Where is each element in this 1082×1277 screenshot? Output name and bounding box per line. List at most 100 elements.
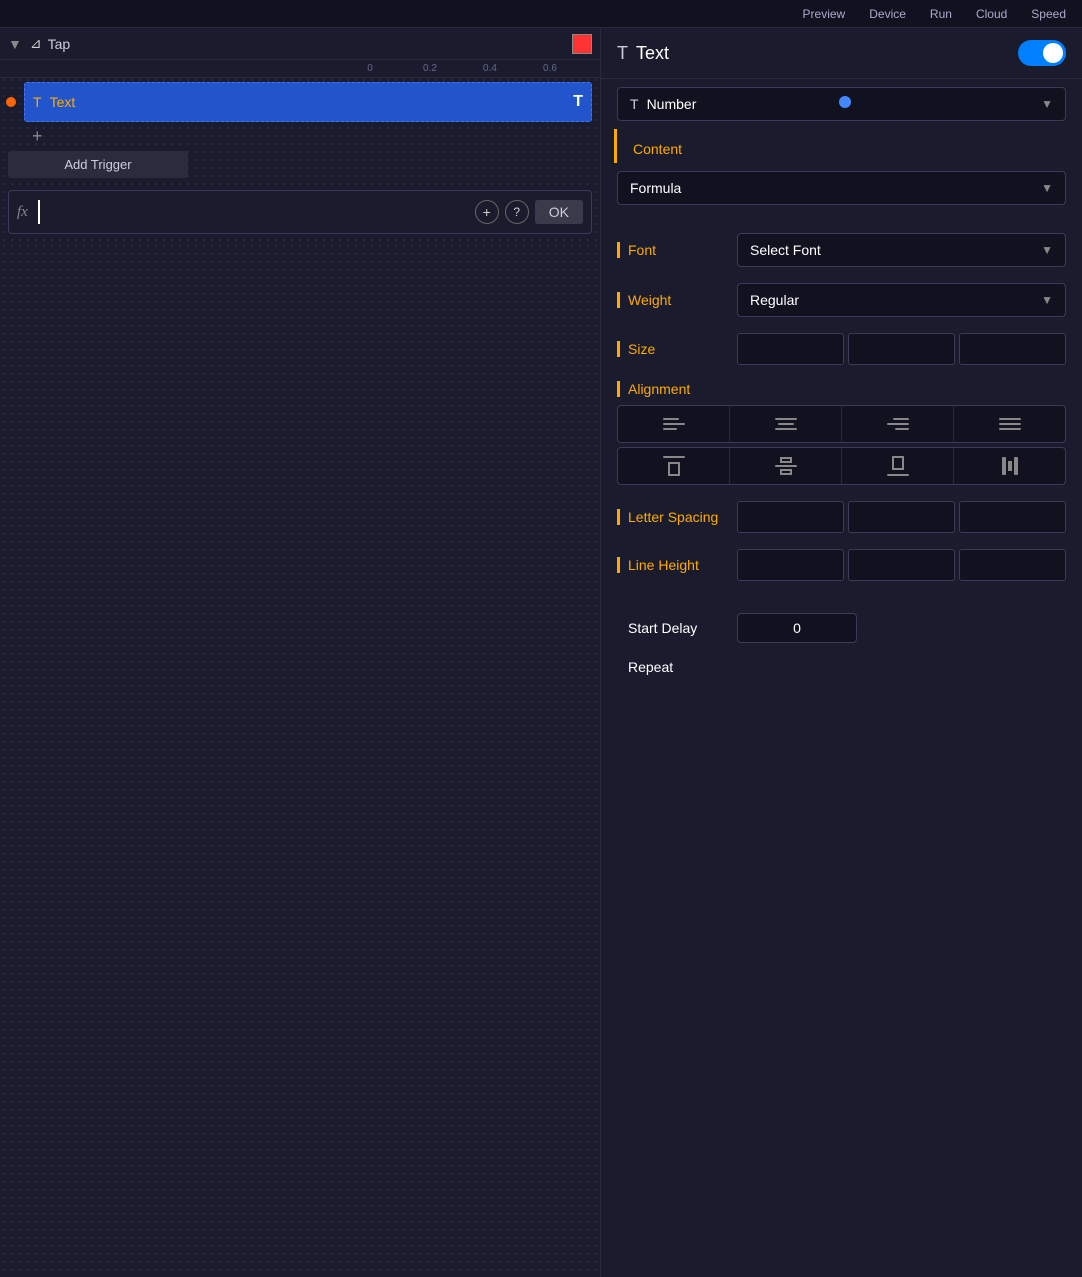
line-height-input-1[interactable] (737, 549, 844, 581)
formula-ok-button[interactable]: OK (535, 200, 583, 224)
plus-row: + (24, 126, 592, 147)
align-mid-box (780, 457, 792, 463)
align-line (895, 428, 909, 430)
align-line (999, 418, 1021, 420)
letter-spacing-input-1[interactable] (737, 501, 844, 533)
align-left-button[interactable] (618, 406, 730, 442)
size-input-1[interactable] (737, 333, 844, 365)
start-delay-input[interactable]: 0 (737, 613, 857, 643)
type-dropdown-chevron: ▼ (1041, 97, 1053, 111)
nav-speed[interactable]: Speed (1031, 7, 1066, 21)
align-row-vertical (617, 447, 1066, 485)
text-toggle[interactable] (1018, 40, 1066, 66)
letter-spacing-label: Letter Spacing (617, 509, 737, 525)
align-top-box (668, 462, 680, 476)
nav-run[interactable]: Run (930, 7, 952, 21)
weight-dropdown[interactable]: Regular ▼ (737, 283, 1066, 317)
track-dot (839, 96, 851, 108)
align-line (887, 474, 909, 476)
text-section-title: Text (636, 43, 1018, 64)
content-section-label: Content (614, 129, 1082, 163)
weight-row: Weight Regular ▼ (601, 275, 1082, 325)
align-stretch-box (1008, 461, 1012, 471)
font-label: Font (617, 242, 737, 258)
track-row[interactable]: T Text T (24, 82, 592, 122)
weight-label: Weight (617, 292, 737, 308)
align-bottom-icon (887, 456, 909, 476)
align-center-button[interactable] (730, 406, 842, 442)
align-line (999, 428, 1021, 430)
letter-spacing-input-3[interactable] (959, 501, 1066, 533)
formula-add-button[interactable]: + (475, 200, 499, 224)
weight-dropdown-label: Regular (750, 292, 1041, 308)
align-middle-icon (775, 457, 797, 475)
left-panel: ▼ ⊿ Tap 0 0.2 0.4 0.6 T Text T (0, 28, 600, 1277)
line-height-input-3[interactable] (959, 549, 1066, 581)
align-line (663, 428, 677, 430)
timeline-chevron[interactable]: ▼ (8, 36, 22, 52)
font-dropdown-chevron: ▼ (1041, 243, 1053, 257)
align-row-horizontal (617, 405, 1066, 443)
ruler-numbers: 0 0.2 0.4 0.6 (340, 63, 580, 74)
formula-dropdown-chevron: ▼ (1041, 181, 1053, 195)
font-row: Font Select Font ▼ (601, 225, 1082, 275)
alignment-label: Alignment (617, 381, 737, 397)
letter-spacing-row: Letter Spacing (601, 493, 1082, 541)
align-top-icon (663, 456, 685, 476)
align-top-button[interactable] (618, 448, 730, 484)
add-trigger-button[interactable]: Add Trigger (8, 151, 188, 178)
nav-preview[interactable]: Preview (803, 7, 846, 21)
line-height-input-2[interactable] (848, 549, 955, 581)
ruler: 0 0.2 0.4 0.6 (0, 60, 600, 78)
ruler-tick-3: 0.6 (520, 63, 580, 74)
align-stretch-line2 (1014, 457, 1018, 475)
right-panel: T Text T Number ▼ Content Formula ▼ Font (600, 28, 1082, 1277)
align-left-lines (663, 418, 685, 430)
track-text-icon: T (33, 94, 42, 110)
align-right-button[interactable] (842, 406, 954, 442)
track-name: Text (50, 94, 574, 110)
align-mid-box2 (780, 469, 792, 475)
formula-dropdown-row: Formula ▼ (601, 163, 1082, 213)
orange-dot (6, 97, 16, 107)
weight-dropdown-chevron: ▼ (1041, 293, 1053, 307)
size-input-2[interactable] (848, 333, 955, 365)
type-dropdown-icon: T (630, 96, 639, 112)
alignment-label-row: Alignment (601, 373, 1082, 401)
line-height-row: Line Height (601, 541, 1082, 589)
timeline-header: ▼ ⊿ Tap (0, 28, 600, 60)
size-input-3[interactable] (959, 333, 1066, 365)
nav-cloud[interactable]: Cloud (976, 7, 1007, 21)
line-height-inputs (737, 549, 1066, 581)
add-trigger-row: Add Trigger (8, 151, 592, 178)
align-line (778, 423, 794, 425)
align-stretch-button[interactable] (954, 448, 1065, 484)
align-line (887, 423, 909, 425)
tap-label: Tap (48, 36, 572, 52)
color-square[interactable] (572, 34, 592, 54)
repeat-label: Repeat (617, 659, 737, 675)
align-line (893, 418, 909, 420)
align-right-lines (887, 418, 909, 430)
text-header-icon: T (617, 43, 628, 64)
align-middle-button[interactable] (730, 448, 842, 484)
align-line (775, 428, 797, 430)
spacer2 (601, 589, 1082, 605)
align-line (663, 418, 679, 420)
repeat-row: Repeat (601, 651, 1082, 683)
plus-button[interactable]: + (32, 126, 43, 147)
align-stretch-icon (1002, 457, 1018, 475)
font-dropdown-label: Select Font (750, 242, 1041, 258)
font-dropdown[interactable]: Select Font ▼ (737, 233, 1066, 267)
formula-input[interactable] (38, 200, 475, 224)
align-line (775, 418, 797, 420)
align-line (663, 456, 685, 458)
nav-device[interactable]: Device (869, 7, 906, 21)
formula-help-button[interactable]: ? (505, 200, 529, 224)
start-delay-label: Start Delay (617, 620, 737, 636)
align-bottom-button[interactable] (842, 448, 954, 484)
formula-dropdown[interactable]: Formula ▼ (617, 171, 1066, 205)
align-justify-button[interactable] (954, 406, 1065, 442)
letter-spacing-input-2[interactable] (848, 501, 955, 533)
align-stretch-line (1002, 457, 1006, 475)
